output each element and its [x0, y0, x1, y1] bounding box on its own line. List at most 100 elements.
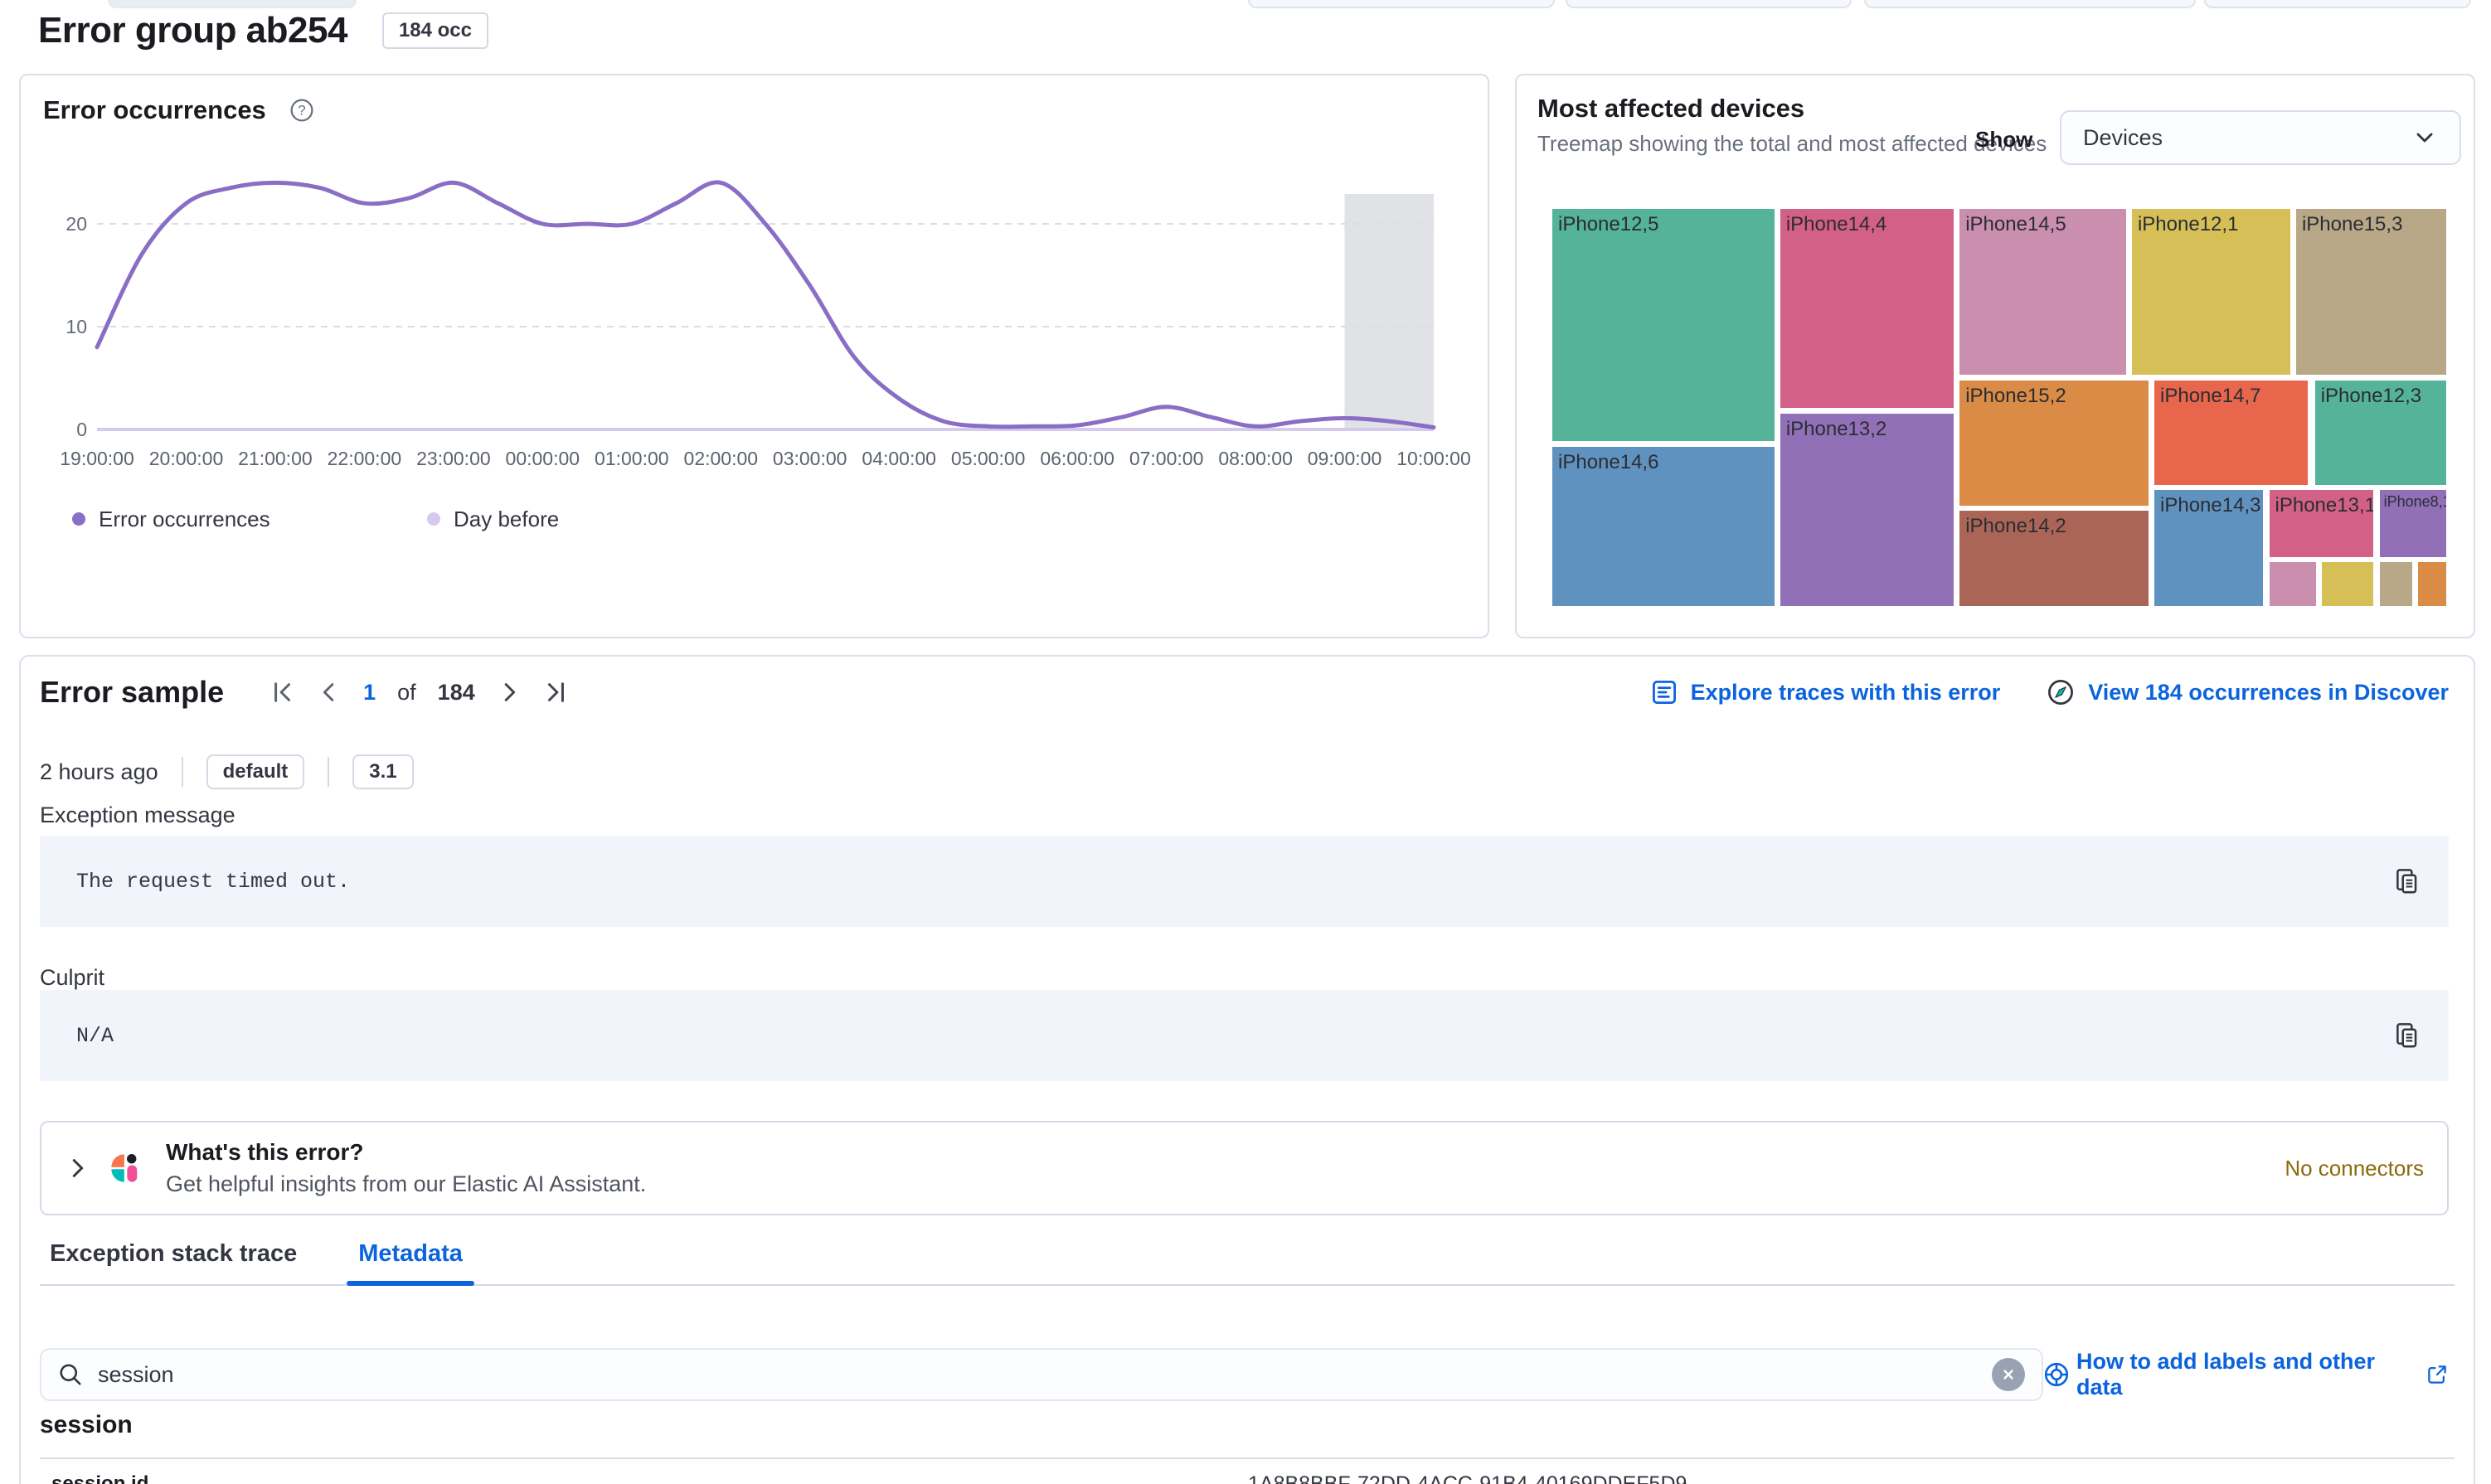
- treemap-tile[interactable]: [2268, 560, 2319, 608]
- clear-search-icon[interactable]: [1992, 1358, 2025, 1391]
- metadata-search-input[interactable]: [40, 1348, 2043, 1401]
- metadata-section-heading: session: [40, 1411, 133, 1439]
- devices-panel-title: Most affected devices: [1537, 94, 1804, 124]
- svg-text:09:00:00: 09:00:00: [1308, 448, 1382, 469]
- page-header: Error group ab254 184 occ: [38, 10, 488, 51]
- tab-exception-stack-trace[interactable]: Exception stack trace: [40, 1240, 308, 1284]
- last-page-button[interactable]: [543, 680, 568, 705]
- cutoff-toolbar-control[interactable]: [1566, 0, 1852, 8]
- legend-label: Error occurrences: [99, 507, 270, 532]
- treemap-tile-iphone14-6[interactable]: iPhone14,6: [1551, 445, 1776, 608]
- version-badge[interactable]: 3.1: [352, 754, 413, 789]
- svg-text:22:00:00: 22:00:00: [328, 448, 402, 469]
- error-sample-title: Error sample: [40, 675, 224, 710]
- view-occurrences-discover-link[interactable]: View 184 occurrences in Discover: [2047, 678, 2449, 706]
- treemap-tile-iphone12-1[interactable]: iPhone12,1: [2130, 207, 2292, 376]
- prev-page-button[interactable]: [317, 680, 342, 705]
- devices-select[interactable]: Devices: [2060, 110, 2461, 165]
- treemap-tile-label: iPhone13,1: [2270, 490, 2374, 521]
- most-affected-devices-panel: Most affected devices Treemap showing th…: [1515, 74, 2475, 638]
- svg-text:04:00:00: 04:00:00: [862, 448, 936, 469]
- culprit-label: Culprit: [40, 965, 104, 991]
- svg-text:20:00:00: 20:00:00: [149, 448, 224, 469]
- treemap-tile-iphone15-2[interactable]: iPhone15,2: [1958, 379, 2150, 507]
- svg-text:?: ?: [298, 103, 305, 119]
- error-sample-panel: Error sample 1 of 184 Explore traces wit…: [19, 655, 2475, 1484]
- exception-message-value: The request timed out.: [40, 870, 350, 894]
- treemap-tile-iphone14-4[interactable]: iPhone14,4: [1779, 207, 1955, 410]
- treemap-tile[interactable]: [2416, 560, 2448, 608]
- next-page-button[interactable]: [497, 680, 522, 705]
- chevron-right-icon[interactable]: [65, 1156, 90, 1181]
- treemap-tile-label: iPhone14,2: [1959, 511, 2149, 542]
- treemap-tile-iphone12-3[interactable]: iPhone12,3: [2314, 379, 2448, 487]
- copy-icon[interactable]: [2392, 867, 2421, 895]
- svg-text:00:00:00: 00:00:00: [506, 448, 580, 469]
- how-to-add-labels-link[interactable]: How to add labels and other data: [2043, 1349, 2449, 1400]
- first-page-button[interactable]: [270, 680, 295, 705]
- treemap-tile-iphone14-2[interactable]: iPhone14,2: [1958, 509, 2150, 608]
- metadata-value: 1A8B8BBF-72DD-4ACC-91B4-40169DDEF5D9: [1248, 1472, 1687, 1484]
- treemap-tile-iphone13-1[interactable]: iPhone13,1: [2268, 488, 2376, 559]
- svg-text:08:00:00: 08:00:00: [1218, 448, 1293, 469]
- copy-icon[interactable]: [2392, 1021, 2421, 1050]
- treemap-tile-label: iPhone14,4: [1780, 209, 1954, 240]
- sample-timestamp: 2 hours ago: [40, 759, 158, 785]
- svg-text:06:00:00: 06:00:00: [1040, 448, 1114, 469]
- svg-text:21:00:00: 21:00:00: [238, 448, 313, 469]
- cutoff-toolbar-control[interactable]: [108, 0, 357, 8]
- legend-dot: [427, 512, 440, 526]
- current-page: 1: [363, 680, 376, 706]
- treemap-tile-iphone8-1[interactable]: iPhone8,1: [2378, 488, 2448, 559]
- treemap-tile-label: iPhone15,2: [1959, 381, 2149, 412]
- treemap-tile-label: iPhone12,1: [2132, 209, 2290, 240]
- ai-assistant-accordion[interactable]: What's this error? Get helpful insights …: [40, 1121, 2449, 1215]
- lifebuoy-icon: [2043, 1361, 2070, 1388]
- cutoff-toolbar-control[interactable]: [2204, 0, 2471, 8]
- culprit-block: N/A: [40, 990, 2449, 1081]
- search-text[interactable]: [98, 1362, 1977, 1388]
- svg-text:19:00:00: 19:00:00: [60, 448, 134, 469]
- treemap-tile-label: iPhone15,3: [2296, 209, 2446, 240]
- devices-treemap[interactable]: iPhone12,5 iPhone14,6 iPhone14,4 iPhone13,2…: [1551, 207, 2448, 608]
- how-to-add-labels-label: How to add labels and other data: [2076, 1349, 2419, 1400]
- cutoff-toolbar-control[interactable]: [1864, 0, 2196, 8]
- legend-item-day-before[interactable]: Day before: [427, 502, 559, 536]
- separator: [182, 757, 183, 787]
- treemap-tile-iphone14-5[interactable]: iPhone14,5: [1958, 207, 2127, 376]
- assistant-title: What's this error?: [166, 1139, 646, 1166]
- error-group-page: Error group ab254 184 occ Error occurren…: [0, 0, 2491, 1484]
- legend-label: Day before: [454, 507, 559, 532]
- help-icon[interactable]: ?: [289, 98, 314, 123]
- metadata-table: session.id 1A8B8BBF-72DD-4ACC-91B4-40169…: [40, 1457, 2455, 1484]
- search-icon: [58, 1362, 83, 1387]
- treemap-tile-iphone13-2[interactable]: iPhone13,2: [1779, 412, 1955, 608]
- error-occurrences-chart[interactable]: 0102019:00:0020:00:0021:00:0022:00:0023:…: [21, 142, 1491, 498]
- environment-badge[interactable]: default: [206, 754, 305, 789]
- treemap-tile-label: iPhone8,1: [2380, 490, 2446, 514]
- treemap-tile-label: iPhone13,2: [1780, 414, 1954, 445]
- treemap-tile-iphone14-7[interactable]: iPhone14,7: [2153, 379, 2309, 487]
- assistant-subtitle: Get helpful insights from our Elastic AI…: [166, 1171, 646, 1197]
- error-occurrences-panel: Error occurrences ? 0102019:00:0020:00:0…: [19, 74, 1489, 638]
- of-label: of: [397, 680, 416, 706]
- treemap-tile[interactable]: [2378, 560, 2414, 608]
- page-title: Error group ab254: [38, 10, 347, 51]
- table-row[interactable]: session.id 1A8B8BBF-72DD-4ACC-91B4-40169…: [40, 1457, 2455, 1484]
- treemap-tile-iphone15-3[interactable]: iPhone15,3: [2294, 207, 2448, 376]
- explore-traces-link[interactable]: Explore traces with this error: [1651, 679, 2001, 706]
- treemap-tile-label: iPhone12,5: [1552, 209, 1775, 240]
- treemap-tile-label: iPhone12,3: [2315, 381, 2446, 412]
- legend-dot: [72, 512, 85, 526]
- treemap-tile[interactable]: [2320, 560, 2375, 608]
- treemap-tile-iphone14-3[interactable]: iPhone14,3: [2153, 488, 2265, 608]
- discover-compass-icon: [2047, 678, 2075, 706]
- tab-metadata[interactable]: Metadata: [347, 1240, 474, 1284]
- cutoff-toolbar-control[interactable]: [1248, 0, 1555, 8]
- svg-text:10: 10: [66, 316, 87, 337]
- exception-message-block: The request timed out.: [40, 836, 2449, 927]
- treemap-tile-label: iPhone14,5: [1959, 209, 2125, 240]
- svg-text:02:00:00: 02:00:00: [684, 448, 759, 469]
- treemap-tile-iphone12-5[interactable]: iPhone12,5: [1551, 207, 1776, 443]
- legend-item-error-occurrences[interactable]: Error occurrences: [72, 502, 270, 536]
